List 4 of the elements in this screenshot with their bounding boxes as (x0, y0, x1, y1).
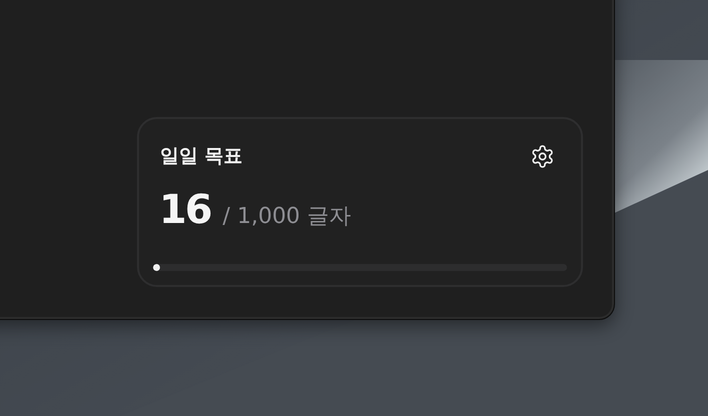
word-count: 16 (159, 187, 211, 233)
card-title: 일일 목표 (160, 144, 243, 169)
goal-target: / 1,000 글자 (222, 203, 352, 231)
settings-icon[interactable] (530, 144, 555, 168)
